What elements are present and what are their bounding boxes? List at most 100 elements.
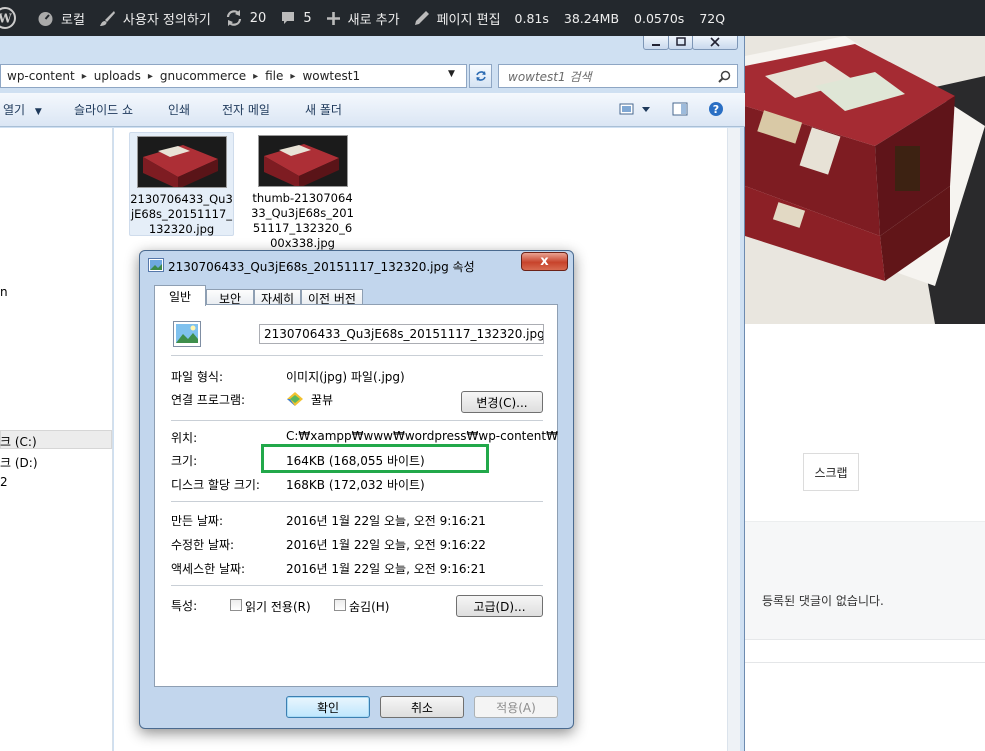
attributes-label: 특성: — [171, 599, 198, 613]
brush-icon — [99, 10, 115, 26]
image-file-icon — [173, 321, 201, 347]
refresh-icon — [226, 10, 241, 26]
size-highlight-box — [261, 444, 489, 473]
nav-item[interactable]: n — [0, 285, 8, 299]
location-label: 위치: — [171, 431, 198, 445]
view-icon — [619, 103, 650, 115]
query-time[interactable]: 0.81s — [515, 11, 549, 26]
slideshow-button[interactable]: 슬라이드 쇼 — [74, 101, 133, 118]
hidden-checkbox[interactable] — [334, 599, 346, 611]
breadcrumb-item[interactable]: wp-content — [7, 69, 75, 83]
updates-link[interactable]: 20 — [225, 9, 267, 27]
divider — [171, 355, 543, 356]
wordpress-logo-button[interactable]: W — [0, 7, 23, 29]
ok-button[interactable]: 확인 — [286, 696, 370, 718]
no-comments-text: 등록된 댓글이 없습니다. — [762, 594, 884, 608]
nav-item-drive-c[interactable]: 크 (C:) — [0, 433, 37, 450]
chevron-down-icon[interactable]: ▼ — [448, 69, 455, 79]
email-button[interactable]: 전자 메일 — [222, 101, 270, 118]
file-item[interactable]: thumb-2130706433_Qu3jE68s_20151117_13232… — [250, 132, 355, 251]
open-label: 열기 — [3, 103, 26, 117]
help-icon: ? — [709, 102, 723, 116]
accessed-value: 2016년 1월 22일 오늘, 오전 9:16:21 — [286, 562, 486, 576]
site-name-link[interactable]: 로컬 — [37, 9, 85, 28]
updates-count: 20 — [249, 10, 267, 26]
size-on-disk-value: 168KB (172,032 바이트) — [286, 478, 425, 492]
breadcrumb-item[interactable]: uploads — [94, 69, 141, 83]
scrollbar[interactable] — [727, 128, 740, 751]
honeyview-icon — [287, 392, 303, 406]
close-icon: x — [540, 254, 549, 269]
size-label: 크기: — [171, 454, 198, 468]
chevron-right-icon[interactable]: ▸ — [253, 71, 258, 82]
cancel-button[interactable]: 취소 — [380, 696, 464, 718]
preview-pane-button[interactable] — [672, 102, 688, 119]
hidden-label: 숨김(H) — [349, 600, 390, 614]
modified-value: 2016년 1월 22일 오늘, 오전 9:16:22 — [286, 538, 486, 552]
help-button[interactable]: ? — [708, 101, 724, 120]
breadcrumb-item[interactable]: file — [265, 69, 283, 83]
view-options-button[interactable] — [619, 102, 653, 119]
comment-box — [745, 521, 985, 640]
refresh-icon — [475, 71, 486, 81]
new-folder-button[interactable]: 새 폴더 — [305, 101, 342, 118]
general-tab-panel: 2130706433_Qu3jE68s_20151117_132320.jpg … — [154, 304, 558, 687]
change-button[interactable]: 변경(C)... — [461, 391, 543, 413]
file-type-value: 이미지(jpg) 파일(.jpg) — [286, 370, 405, 384]
preview-pane-icon — [672, 102, 688, 116]
minimize-icon — [652, 43, 660, 46]
open-with-label: 연결 프로그램: — [171, 393, 246, 407]
divider — [171, 585, 543, 586]
dashboard-icon — [38, 11, 53, 26]
file-type-label: 파일 형식: — [171, 370, 224, 384]
db-time[interactable]: 0.0570s — [634, 11, 684, 26]
tab-general[interactable]: 일반 — [154, 285, 206, 306]
customize-link[interactable]: 사용자 정의하기 — [99, 9, 211, 28]
dialog-close-button[interactable]: x — [521, 252, 568, 271]
search-input[interactable]: wowtest1 검색 — [498, 64, 738, 88]
dialog-title: 2130706433_Qu3jE68s_20151117_132320.jpg … — [168, 260, 475, 274]
print-button[interactable]: 인쇄 — [168, 101, 190, 118]
breadcrumb-item[interactable]: wowtest1 — [302, 69, 360, 83]
nav-item[interactable]: 2 — [0, 475, 8, 489]
open-button[interactable]: 열기 ▼ — [3, 101, 42, 118]
new-content-label: 새로 추가 — [347, 12, 400, 28]
modified-label: 수정한 날짜: — [171, 538, 235, 552]
navigation-pane: n 크 (C:) 크 (D:) 2 — [0, 128, 113, 751]
pencil-icon — [414, 11, 429, 25]
chevron-right-icon[interactable]: ▸ — [290, 71, 295, 82]
address-bar[interactable]: wp-content ▸ uploads ▸ gnucommerce ▸ file ▸ … — [0, 64, 467, 88]
new-content-link[interactable]: 새로 추가 — [326, 9, 400, 28]
chevron-right-icon[interactable]: ▸ — [148, 71, 153, 82]
comments-link[interactable]: 5 — [280, 10, 312, 26]
filename-field[interactable]: 2130706433_Qu3jE68s_20151117_132320.jpg — [259, 324, 544, 344]
readonly-checkbox[interactable] — [230, 599, 242, 611]
file-item[interactable]: 2130706433_Qu3jE68s_20151117_132320.jpg — [129, 132, 234, 236]
nav-item-drive-d[interactable]: 크 (D:) — [0, 454, 38, 471]
advanced-button[interactable]: 고급(D)... — [456, 595, 543, 617]
admin-bar: W 로컬 사용자 정의하기 20 5 새로 추가 페이지 편집 0.81s 38… — [0, 0, 985, 36]
search-icon — [718, 70, 731, 83]
search-placeholder: wowtest1 검색 — [508, 69, 592, 84]
svg-text:W: W — [0, 12, 12, 26]
refresh-button[interactable] — [469, 64, 492, 88]
query-count[interactable]: 72Q — [699, 11, 725, 26]
file-name: thumb-2130706433_Qu3jE68s_20151117_13232… — [251, 191, 354, 250]
edit-page-link[interactable]: 페이지 편집 — [414, 9, 501, 28]
product-photo — [745, 36, 985, 324]
open-with-value: 꿀뷰 — [311, 393, 334, 407]
scrap-button[interactable]: 스크랩 — [803, 453, 859, 491]
breadcrumb-item[interactable]: gnucommerce — [160, 69, 246, 83]
divider — [745, 662, 985, 663]
chevron-right-icon[interactable]: ▸ — [82, 71, 87, 82]
accessed-label: 액세스한 날짜: — [171, 562, 246, 576]
command-bar: 열기 ▼ 슬라이드 쇼 인쇄 전자 메일 새 폴더 ? — [0, 93, 745, 127]
edit-page-label: 페이지 편집 — [436, 12, 501, 28]
maximize-icon — [675, 36, 686, 46]
comment-icon — [282, 12, 295, 24]
apply-button[interactable]: 적용(A) — [474, 696, 558, 718]
svg-text:?: ? — [713, 103, 719, 116]
plus-icon — [326, 11, 340, 25]
site-name-label: 로컬 — [61, 12, 85, 28]
memory-usage[interactable]: 38.24MB — [564, 11, 619, 26]
